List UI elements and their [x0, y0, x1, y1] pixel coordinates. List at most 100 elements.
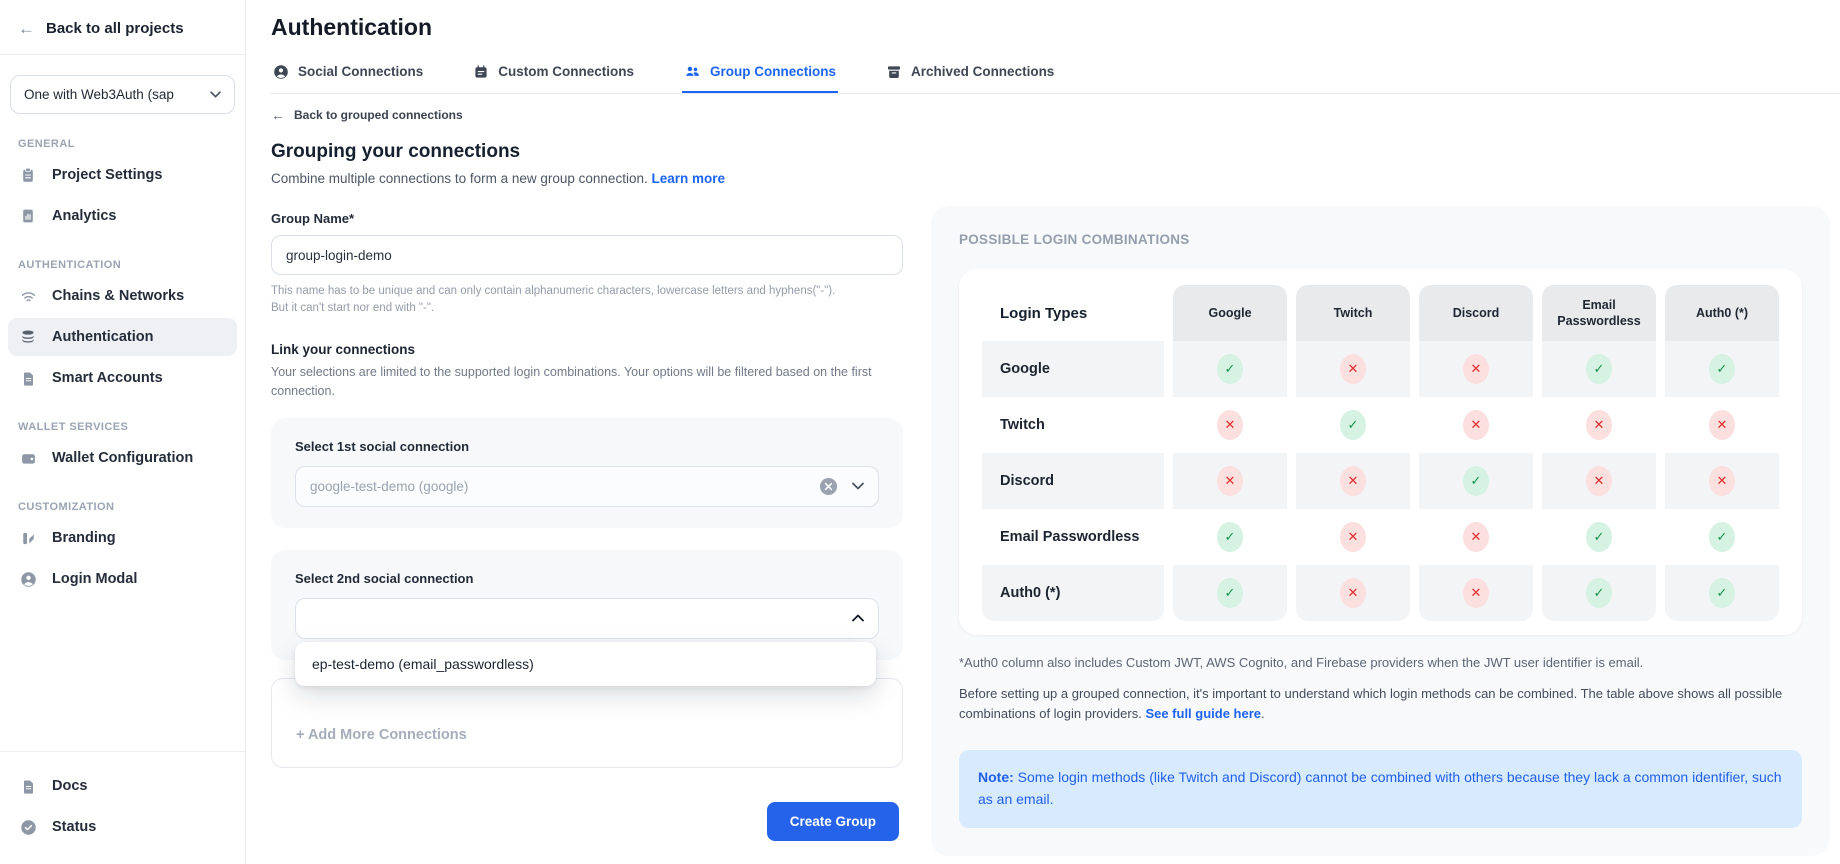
combinations-table: Login Types Google Twitch Discord Email …	[973, 285, 1788, 621]
table-row: Twitch ✕ ✓ ✕ ✕ ✕	[982, 397, 1779, 453]
back-to-projects-label: Back to all projects	[46, 20, 184, 37]
sidebar-item-authentication[interactable]: Authentication	[8, 318, 237, 356]
cross-icon: ✕	[1463, 578, 1489, 608]
add-more-connections-button[interactable]: + Add More Connections	[296, 727, 467, 743]
clipboard-icon	[19, 166, 37, 184]
select-controls	[819, 477, 864, 496]
sidebar-item-status[interactable]: Status	[8, 808, 237, 846]
page-title: Authentication	[271, 14, 1840, 41]
cross-icon: ✕	[1217, 466, 1243, 496]
cross-icon: ✕	[1709, 410, 1735, 440]
cross-icon: ✕	[1586, 410, 1612, 440]
login-combinations-panel: POSSIBLE LOGIN COMBINATIONS Login Types …	[931, 206, 1830, 856]
second-connection-stack: Select 2nd social connection + Add More …	[271, 528, 903, 768]
tab-label: Group Connections	[710, 64, 836, 79]
sidebar-footer: Docs Status	[0, 751, 245, 864]
second-connection-select[interactable]	[295, 598, 879, 639]
row-label-email-passwordless: Email Passwordless	[982, 509, 1164, 565]
back-link-label: Back to grouped connections	[294, 108, 463, 122]
table-header-row: Login Types Google Twitch Discord Email …	[982, 285, 1779, 341]
combinations-table-card: Login Types Google Twitch Discord Email …	[959, 269, 1802, 635]
sidebar-item-docs[interactable]: Docs	[8, 767, 237, 805]
column-header-auth0: Auth0 (*)	[1665, 285, 1779, 341]
chart-doc-icon	[19, 207, 37, 225]
table-row: Discord ✕ ✕ ✓ ✕ ✕	[982, 453, 1779, 509]
link-connections-heading: Link your connections	[271, 342, 903, 357]
sidebar-item-analytics[interactable]: Analytics	[8, 197, 237, 235]
group-name-input[interactable]	[271, 235, 903, 275]
back-to-projects-link[interactable]: ← Back to all projects	[0, 0, 245, 55]
project-selector-value: One with Web3Auth (sap	[24, 87, 174, 102]
sidebar-item-wallet-configuration[interactable]: Wallet Configuration	[8, 439, 237, 477]
panel-description: Before setting up a grouped connection, …	[959, 684, 1802, 724]
check-icon: ✓	[1709, 522, 1735, 552]
section-label-authentication: AUTHENTICATION	[18, 259, 227, 271]
sidebar-item-branding[interactable]: Branding	[8, 519, 237, 557]
sidebar-item-chains-networks[interactable]: Chains & Networks	[8, 277, 237, 315]
group-name-help-line1: This name has to be unique and can only …	[271, 283, 903, 300]
sidebar-item-project-settings[interactable]: Project Settings	[8, 156, 237, 194]
form-subheading: Combine multiple connections to form a n…	[271, 171, 903, 186]
panel-title: POSSIBLE LOGIN COMBINATIONS	[959, 232, 1802, 247]
sidebar-item-smart-accounts[interactable]: Smart Accounts	[8, 359, 237, 397]
row-label-twitch: Twitch	[982, 397, 1164, 453]
cross-icon: ✕	[1340, 354, 1366, 384]
group-name-help: This name has to be unique and can only …	[271, 283, 903, 316]
first-connection-label: Select 1st social connection	[295, 439, 879, 454]
sidebar-item-label: Status	[52, 819, 96, 835]
tab-archived-connections[interactable]: Archived Connections	[884, 63, 1056, 93]
user-circle-icon	[19, 570, 37, 588]
arrow-left-icon: ←	[18, 20, 35, 37]
create-group-button[interactable]: Create Group	[767, 802, 899, 841]
sidebar-item-label: Smart Accounts	[52, 370, 163, 386]
tab-bar: Social Connections Custom Connections Gr…	[271, 63, 1840, 94]
wifi-icon	[19, 287, 37, 305]
tab-label: Custom Connections	[498, 64, 634, 79]
project-selector-dropdown[interactable]: One with Web3Auth (sap	[10, 75, 235, 114]
first-connection-select[interactable]: google-test-demo (google)	[295, 466, 879, 507]
doc-icon	[19, 777, 37, 795]
second-connection-label: Select 2nd social connection	[295, 571, 879, 586]
chevron-down-icon[interactable]	[852, 482, 864, 490]
sidebar-item-login-modal[interactable]: Login Modal	[8, 560, 237, 598]
sidebar-item-label: Chains & Networks	[52, 288, 184, 304]
sidebar-item-label: Authentication	[52, 329, 154, 345]
tab-custom-connections[interactable]: Custom Connections	[471, 63, 636, 93]
column-header-google: Google	[1173, 285, 1287, 341]
cross-icon: ✕	[1463, 410, 1489, 440]
tab-group-connections[interactable]: Group Connections	[682, 63, 838, 93]
dropdown-option-ep-test-demo[interactable]: ep-test-demo (email_passwordless)	[295, 642, 876, 686]
panel-description-text: Before setting up a grouped connection, …	[959, 686, 1782, 721]
file-icon	[19, 369, 37, 387]
create-group-row: Create Group	[271, 802, 903, 841]
group-name-help-line2: But it can't start nor end with "-".	[271, 300, 903, 317]
note-label: Note:	[978, 769, 1014, 785]
users-group-icon	[684, 63, 701, 80]
check-icon: ✓	[1217, 522, 1243, 552]
tab-social-connections[interactable]: Social Connections	[271, 63, 425, 93]
chevron-up-icon[interactable]	[852, 614, 864, 622]
row-label-discord: Discord	[982, 453, 1164, 509]
note-text: Some login methods (like Twitch and Disc…	[978, 769, 1782, 807]
brush-icon	[19, 529, 37, 547]
cross-icon: ✕	[1340, 578, 1366, 608]
section-label-wallet-services: WALLET SERVICES	[18, 421, 227, 433]
sidebar-item-label: Login Modal	[52, 571, 137, 587]
check-icon: ✓	[1586, 522, 1612, 552]
cross-icon: ✕	[1217, 410, 1243, 440]
table-row: Google ✓ ✕ ✕ ✓ ✓	[982, 341, 1779, 397]
column-header-email-passwordless: Email Passwordless	[1542, 285, 1656, 341]
connection-options-dropdown: ep-test-demo (email_passwordless)	[295, 642, 876, 686]
cross-icon: ✕	[1463, 522, 1489, 552]
group-connection-form: ← Back to grouped connections Grouping y…	[271, 94, 903, 864]
main-content: Authentication Social Connections Custom…	[246, 0, 1840, 864]
check-icon: ✓	[1586, 578, 1612, 608]
cross-icon: ✕	[1340, 466, 1366, 496]
sidebar-item-label: Branding	[52, 530, 116, 546]
clear-x-circle-icon[interactable]	[819, 477, 838, 496]
learn-more-link[interactable]: Learn more	[651, 171, 725, 186]
column-header-twitch: Twitch	[1296, 285, 1410, 341]
full-guide-link[interactable]: See full guide here	[1145, 706, 1261, 721]
check-icon: ✓	[1217, 578, 1243, 608]
back-to-grouped-connections-link[interactable]: ← Back to grouped connections	[271, 107, 903, 123]
